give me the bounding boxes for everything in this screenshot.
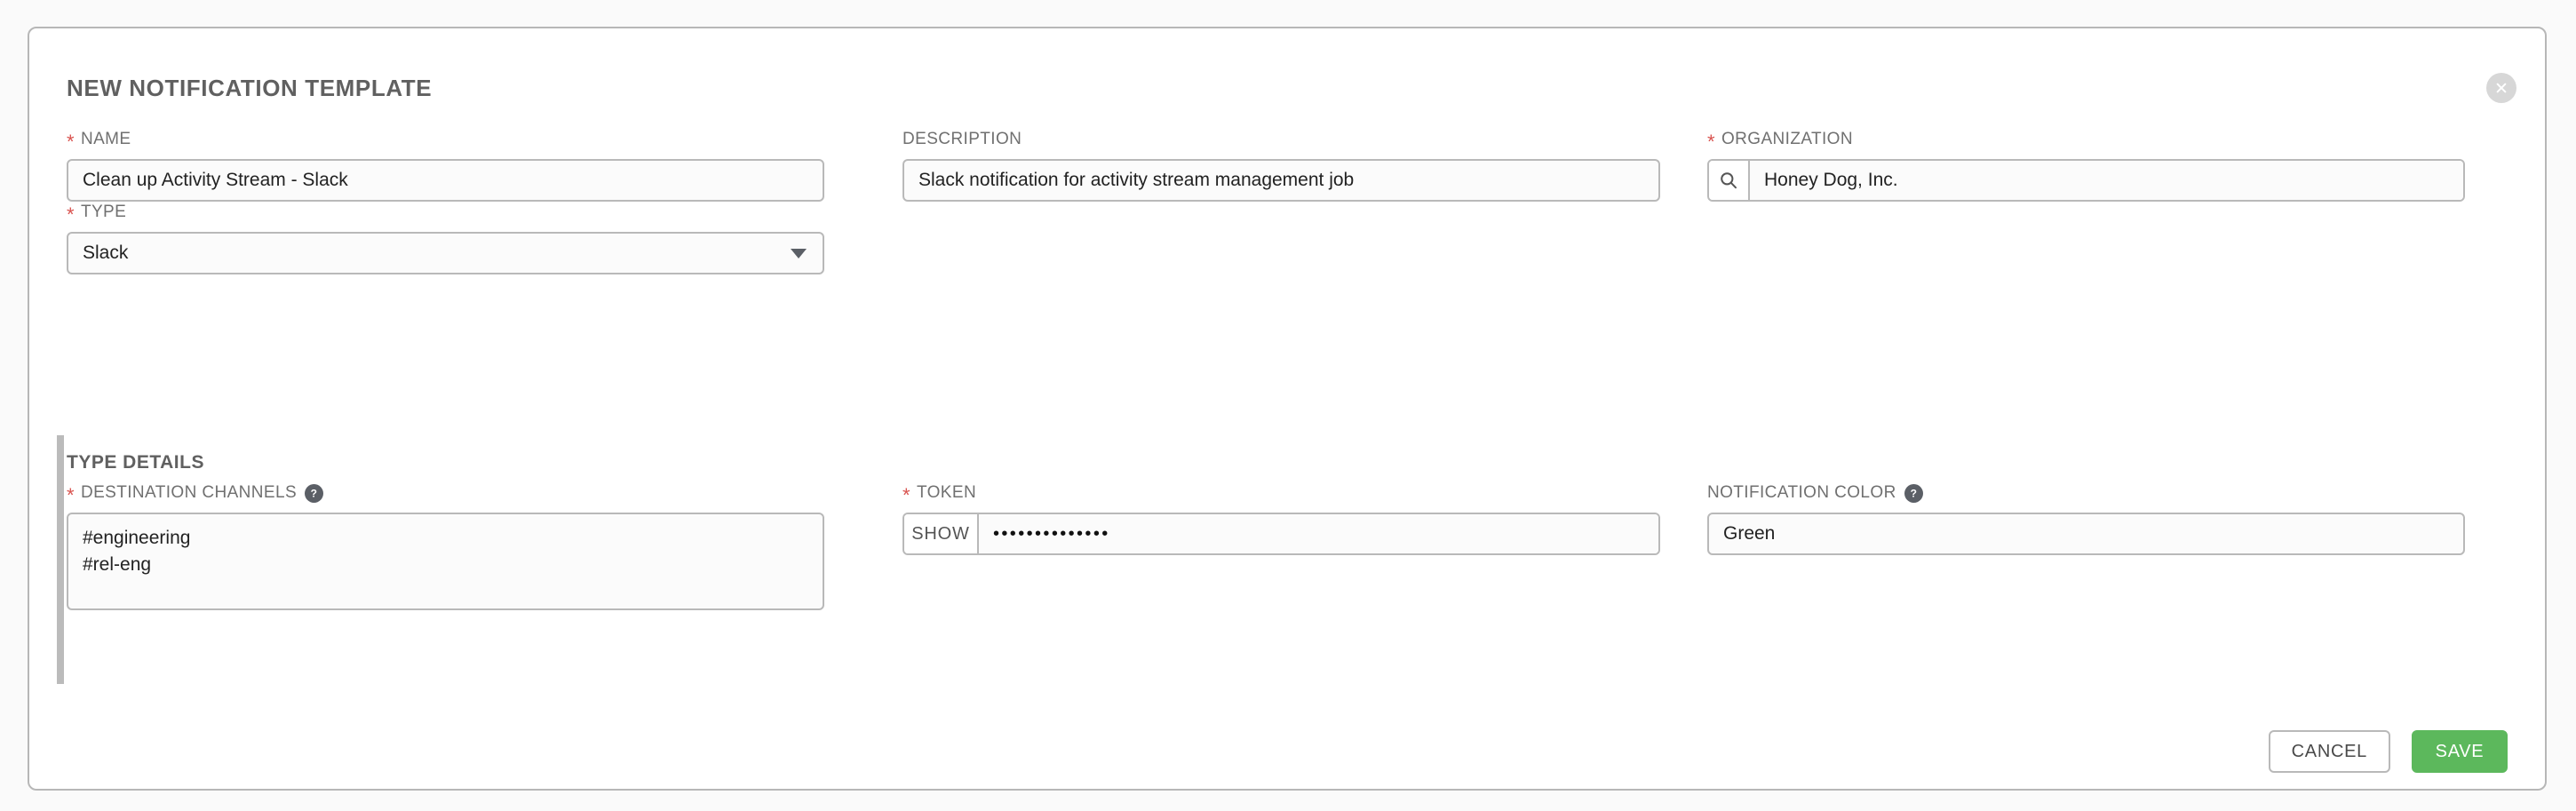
svg-text:?: ?: [311, 487, 318, 499]
search-icon[interactable]: [1709, 161, 1750, 200]
description-field-group: DESCRIPTION Slack notification for activ…: [902, 130, 1660, 202]
type-field-group: * TYPE Slack: [67, 203, 824, 274]
type-select-value: Slack: [83, 243, 128, 264]
chevron-down-icon: [791, 249, 807, 258]
page-title: NEW NOTIFICATION TEMPLATE: [67, 75, 432, 102]
destination-channels-label-text: DESTINATION CHANNELS: [81, 483, 297, 503]
token-show-button[interactable]: SHOW: [904, 514, 979, 553]
organization-lookup: Honey Dog, Inc.: [1707, 159, 2465, 202]
token-label: * TOKEN: [902, 483, 1660, 503]
close-icon[interactable]: [2486, 73, 2516, 103]
organization-label-text: ORGANIZATION: [1721, 130, 1853, 149]
svg-text:?: ?: [1910, 487, 1917, 499]
type-details-heading: TYPE DETAILS: [67, 452, 204, 473]
notification-color-label: NOTIFICATION COLOR ?: [1707, 483, 2465, 503]
notification-color-label-text: NOTIFICATION COLOR: [1707, 483, 1896, 503]
required-indicator: *: [67, 132, 75, 152]
token-label-text: TOKEN: [917, 483, 976, 503]
type-label: * TYPE: [67, 203, 824, 222]
cancel-button[interactable]: CANCEL: [2269, 730, 2390, 773]
notification-color-field-group: NOTIFICATION COLOR ? Green: [1707, 483, 2465, 555]
token-input[interactable]: ••••••••••••••: [979, 514, 1658, 553]
destination-channels-textarea[interactable]: #engineering #rel-eng: [67, 513, 824, 610]
destination-channels-field-group: * DESTINATION CHANNELS ? #engineering #r…: [67, 483, 824, 610]
organization-field-group: * ORGANIZATION Honey Dog, Inc.: [1707, 130, 2465, 202]
help-icon[interactable]: ?: [305, 484, 323, 503]
organization-label: * ORGANIZATION: [1707, 130, 2465, 149]
name-label-text: NAME: [81, 130, 131, 149]
organization-input[interactable]: Honey Dog, Inc.: [1750, 161, 2463, 200]
required-indicator: *: [67, 205, 75, 225]
type-details-accent-bar: [57, 435, 64, 684]
save-button[interactable]: SAVE: [2412, 730, 2508, 773]
new-notification-template-card: NEW NOTIFICATION TEMPLATE * NAME Clean u…: [28, 27, 2547, 791]
name-field-group: * NAME Clean up Activity Stream - Slack: [67, 130, 824, 202]
name-input[interactable]: Clean up Activity Stream - Slack: [67, 159, 824, 202]
required-indicator: *: [67, 486, 75, 505]
description-input[interactable]: Slack notification for activity stream m…: [902, 159, 1660, 202]
page-background: NEW NOTIFICATION TEMPLATE * NAME Clean u…: [0, 0, 2576, 811]
description-label: DESCRIPTION: [902, 130, 1660, 149]
required-indicator: *: [1707, 132, 1715, 152]
token-field-group: * TOKEN SHOW ••••••••••••••: [902, 483, 1660, 555]
required-indicator: *: [902, 486, 910, 505]
help-icon[interactable]: ?: [1904, 484, 1923, 503]
description-label-text: DESCRIPTION: [902, 130, 1022, 149]
destination-channels-label: * DESTINATION CHANNELS ?: [67, 483, 824, 503]
notification-color-input[interactable]: Green: [1707, 513, 2465, 555]
type-select[interactable]: Slack: [67, 232, 824, 274]
name-label: * NAME: [67, 130, 824, 149]
token-input-group: SHOW ••••••••••••••: [902, 513, 1660, 555]
form-actions: CANCEL SAVE: [2269, 730, 2508, 773]
type-label-text: TYPE: [81, 203, 126, 222]
